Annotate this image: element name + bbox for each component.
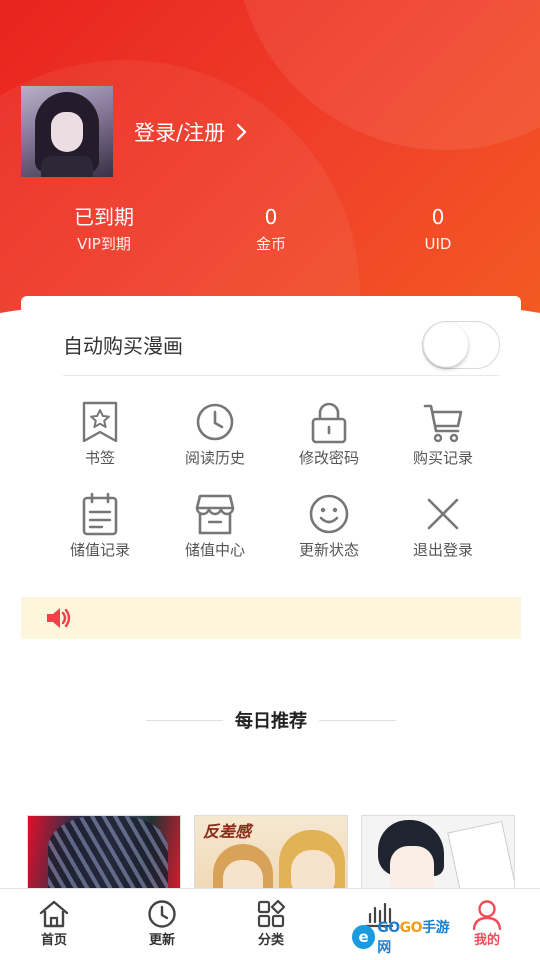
menu-history-label: 阅读历史 [184, 449, 245, 467]
cart-icon [423, 404, 463, 443]
menu-purchase-records[interactable]: 购买记录 [388, 400, 498, 480]
store-icon [195, 494, 235, 535]
stat-vip: 已到期 VIP到期 [34, 202, 174, 256]
tab-categories-label: 分类 [257, 933, 284, 948]
stat-uid-label: UID [424, 235, 452, 253]
clock-icon [196, 403, 234, 441]
stat-vip-value: 已到期 [74, 205, 134, 229]
stat-coins-label: 金币 [255, 235, 286, 253]
menu-change-password[interactable]: 修改密码 [274, 400, 384, 480]
menu-recharge-records[interactable]: 储值记录 [45, 492, 155, 572]
menu-change-password-label: 修改密码 [298, 449, 359, 467]
grid-icon [257, 899, 286, 928]
tab-categories[interactable]: 分类 [221, 889, 321, 960]
menu-recharge-center-label: 储值中心 [184, 541, 245, 559]
comic-cover[interactable] [361, 815, 515, 895]
tab-updates-label: 更新 [148, 933, 175, 948]
menu-history[interactable]: 阅读历史 [160, 400, 270, 480]
menu-update-status[interactable]: 更新状态 [274, 492, 384, 572]
smiley-icon [309, 494, 349, 534]
menu-recharge-center[interactable]: 储值中心 [160, 492, 270, 572]
lock-icon [311, 402, 347, 444]
menu-bookmark-label: 书签 [84, 449, 115, 467]
clipboard-icon [82, 492, 118, 536]
close-icon [427, 498, 459, 530]
auto-buy-label: 自动购买漫画 [63, 334, 183, 358]
user-icon [472, 900, 502, 930]
speaker-icon [47, 608, 71, 628]
stat-uid: 0 UID [368, 202, 508, 256]
menu-bookmark[interactable]: 书签 [45, 400, 155, 480]
tab-updates[interactable]: 更新 [112, 889, 212, 960]
chevron-right-icon [236, 123, 247, 141]
menu-recharge-records-label: 储值记录 [69, 541, 130, 559]
comic-cover[interactable]: 反差感 [194, 815, 348, 895]
toggle-knob [424, 322, 468, 367]
login-register-link[interactable]: 登录/注册 [134, 116, 251, 148]
tab-home[interactable]: 首页 [4, 889, 104, 960]
menu-logout[interactable]: 退出登录 [388, 492, 498, 572]
watermark-logo: e GOGO手游网 [352, 920, 460, 956]
stat-coins: 0 金币 [201, 202, 341, 256]
tab-home-label: 首页 [40, 933, 67, 948]
notice-bar[interactable] [21, 597, 521, 639]
comic-cover-logo: 反差感 [203, 822, 252, 841]
menu-update-status-label: 更新状态 [298, 541, 359, 559]
watermark-e: e [352, 925, 376, 949]
clock-icon [148, 900, 176, 928]
daily-recommend-title: 每日推荐 [223, 707, 319, 733]
login-register-label: 登录/注册 [134, 121, 226, 145]
stat-coins-value: 0 [264, 205, 278, 229]
comic-cover[interactable] [27, 815, 181, 895]
bookmark-icon [82, 401, 118, 443]
menu-purchase-records-label: 购买记录 [412, 449, 473, 467]
auto-buy-toggle[interactable] [422, 320, 500, 369]
stat-vip-label: VIP到期 [77, 235, 131, 253]
auto-buy-row: 自动购买漫画 [63, 314, 500, 376]
avatar[interactable] [21, 86, 113, 177]
home-icon [39, 900, 69, 928]
menu-logout-label: 退出登录 [412, 541, 473, 559]
watermark-text: GOGO手游网 [377, 920, 450, 956]
daily-recommend-heading: 每日推荐 [146, 706, 396, 734]
account-card: 自动购买漫画 书签 阅读历史 修改密码 购买记录 储值记录 储值中心 更新状态 … [21, 296, 521, 594]
stat-uid-value: 0 [431, 205, 445, 229]
